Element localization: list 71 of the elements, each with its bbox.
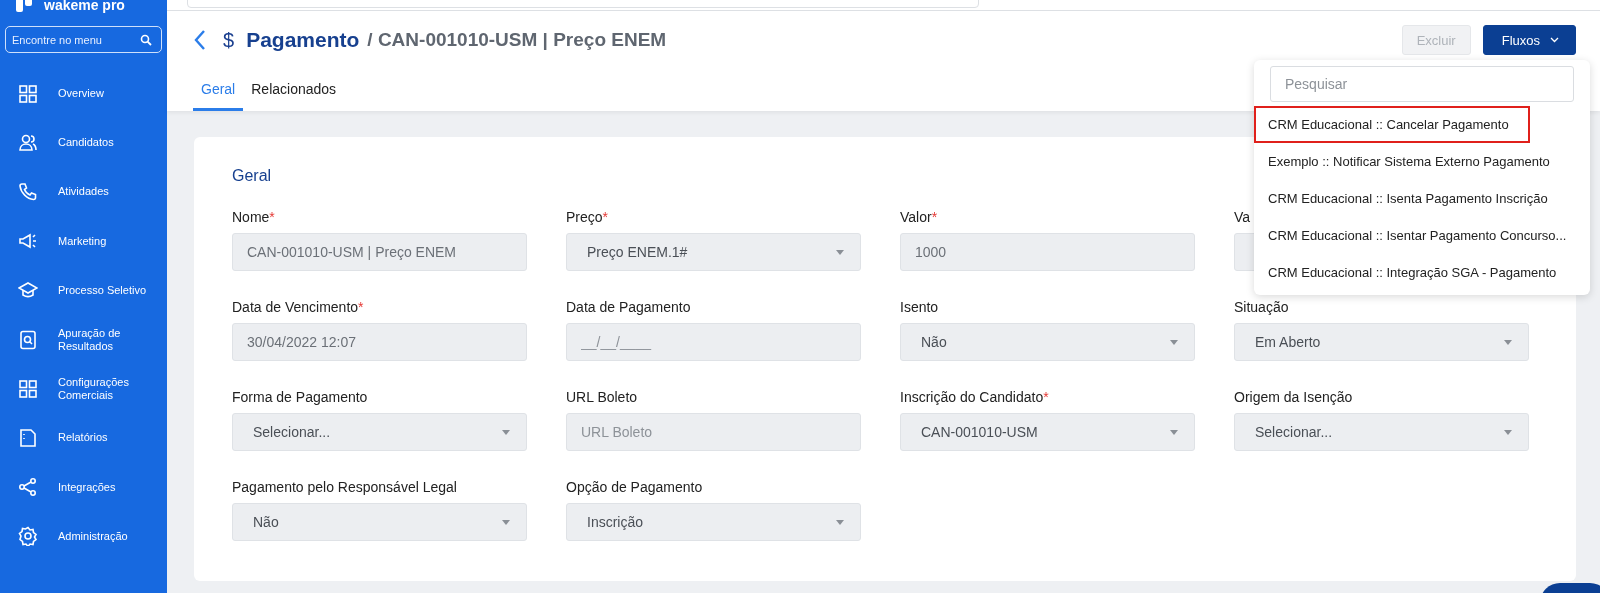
share-icon <box>18 477 38 498</box>
select-field[interactable]: Inscrição <box>566 503 861 541</box>
field-label: Isento <box>900 299 939 315</box>
field-label: Preço* <box>566 209 609 225</box>
phone-icon <box>18 181 38 202</box>
input-field[interactable]: __/__/____ <box>566 323 861 361</box>
document-icon <box>18 427 38 448</box>
input-field[interactable]: URL Boleto <box>566 413 861 451</box>
select-field[interactable]: Preço ENEM.1# <box>566 233 861 271</box>
dropdown-arrow-icon <box>1504 339 1512 345</box>
field-label: URL Boleto <box>566 389 638 405</box>
menu-item[interactable]: CRM Educacional :: Isenta Pagamento Inscrição <box>1254 180 1590 217</box>
field-label: Forma de Pagamento <box>232 389 368 405</box>
dropdown-arrow-icon <box>1170 339 1178 345</box>
select-field[interactable]: Selecionar... <box>1234 413 1529 451</box>
sidebar-item[interactable]: Marketing <box>0 216 167 266</box>
select-field[interactable]: Não <box>232 503 527 541</box>
caret-icon <box>1550 37 1559 43</box>
tab[interactable]: Geral <box>193 69 244 111</box>
field-label: Opção de Pagamento <box>566 479 703 495</box>
sidebar-item[interactable]: Atividades <box>0 167 167 217</box>
field-label: Origem da Isenção <box>1234 389 1353 405</box>
menu-item[interactable]: CRM Educacional :: Isentar Pagamento Concurso... <box>1254 217 1590 254</box>
input-field[interactable]: 30/04/2022 12:07 <box>232 323 527 361</box>
field-label: Va <box>1234 209 1251 225</box>
field-label: Nome* <box>232 209 275 225</box>
field-label: Data de Pagamento <box>566 299 691 315</box>
select-field[interactable]: CAN-001010-USM <box>900 413 1195 451</box>
brand-name: wakeme pro <box>44 0 125 13</box>
select-field[interactable]: Não <box>900 323 1195 361</box>
section-title: Geral <box>232 167 272 185</box>
sidebar-item[interactable]: Configurações Comerciais <box>0 364 167 414</box>
field-label: Situação <box>1234 299 1289 315</box>
menu-item[interactable]: CRM Educacional :: Integração SGA - Pagamento <box>1254 254 1590 291</box>
field-label: Data de Vencimento* <box>232 299 364 315</box>
select-field[interactable]: Em Aberto <box>1234 323 1529 361</box>
settings-icon <box>18 526 38 547</box>
back-icon[interactable] <box>193 29 207 51</box>
sidebar-item[interactable]: Overview <box>0 69 167 119</box>
menu-search-field[interactable]: Encontre no menu <box>5 26 162 53</box>
flows-button[interactable]: Fluxos <box>1482 25 1576 55</box>
dropdown-arrow-icon <box>836 519 844 525</box>
grid-icon <box>18 378 38 399</box>
sidebar-item[interactable]: Candidatos <box>0 118 167 168</box>
menu-item[interactable]: CRM Educacional :: Cancelar Pagamento <box>1254 106 1530 143</box>
grid-icon <box>18 83 38 104</box>
field-label: Valor* <box>900 209 938 225</box>
users-icon <box>18 132 38 153</box>
dropdown-arrow-icon <box>836 249 844 255</box>
menu-item[interactable]: Exemplo :: Notificar Sistema Externo Pagamento <box>1254 143 1590 180</box>
page-title: Pagamento <box>246 28 360 52</box>
dropdown-arrow-icon <box>1170 429 1178 435</box>
search-field[interactable]: Pesquisar <box>1270 66 1574 102</box>
sidebar-item[interactable]: Integrações <box>0 462 167 512</box>
input-field[interactable]: CAN-001010-USM | Preço ENEM <box>232 233 527 271</box>
search-icon <box>140 34 152 46</box>
field-label: Inscrição do Candidato* <box>900 389 1049 405</box>
sidebar-item[interactable]: Processo Seletivo <box>0 265 167 315</box>
dollar-icon: $ <box>223 28 235 52</box>
dropdown-arrow-icon <box>502 429 510 435</box>
dropdown-arrow-icon <box>502 519 510 525</box>
tab[interactable]: Relacionados <box>243 69 345 111</box>
sidebar-item[interactable]: Relatórios <box>0 413 167 463</box>
document-search-icon <box>18 329 38 350</box>
sidebar-item[interactable]: Administração <box>0 511 167 561</box>
input-field[interactable]: 1000 <box>900 233 1195 271</box>
dropdown-arrow-icon <box>1504 429 1512 435</box>
select-field[interactable]: Selecionar... <box>232 413 527 451</box>
record-name: / CAN-001010-USM | Preço ENEM <box>367 29 667 51</box>
sidebar-item[interactable]: Apuração de Resultados <box>0 314 167 365</box>
field-label: Pagamento pelo Responsável Legal <box>232 479 457 495</box>
